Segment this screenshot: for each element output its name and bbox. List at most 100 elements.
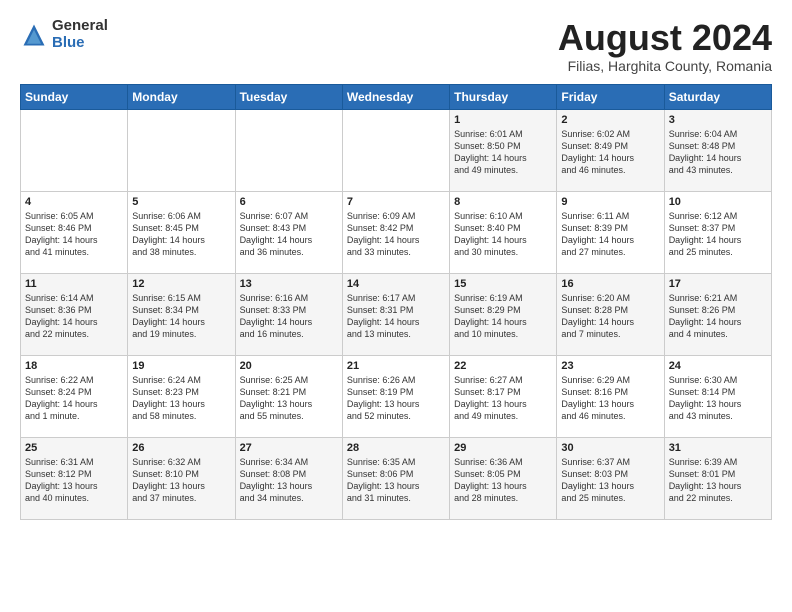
day-number: 1 — [454, 114, 552, 126]
logo-text: General Blue — [52, 18, 108, 51]
day-info: Sunrise: 6:39 AM Sunset: 8:01 PM Dayligh… — [669, 456, 767, 505]
logo-icon — [20, 21, 48, 49]
col-saturday: Saturday — [664, 84, 771, 109]
col-wednesday: Wednesday — [342, 84, 449, 109]
day-cell-4-0: 25 Sunrise: 6:31 AM Sunset: 8:12 PM Dayli… — [21, 437, 128, 519]
col-sunday: Sunday — [21, 84, 128, 109]
day-info: Sunrise: 6:04 AM Sunset: 8:48 PM Dayligh… — [669, 128, 767, 177]
day-info: Sunrise: 6:37 AM Sunset: 8:03 PM Dayligh… — [561, 456, 659, 505]
day-info: Sunrise: 6:30 AM Sunset: 8:14 PM Dayligh… — [669, 374, 767, 423]
day-number: 20 — [240, 360, 338, 372]
day-number: 28 — [347, 442, 445, 454]
day-cell-3-2: 20Sunrise: 6:25 AM Sunset: 8:21 PM Dayli… — [235, 355, 342, 437]
day-info: Sunrise: 6:36 AM Sunset: 8:05 PM Dayligh… — [454, 456, 552, 505]
day-info: Sunrise: 6:11 AM Sunset: 8:39 PM Dayligh… — [561, 210, 659, 259]
day-info: Sunrise: 6:16 AM Sunset: 8:33 PM Dayligh… — [240, 292, 338, 341]
week-row-4: 18 Sunrise: 6:22 AM Sunset: 8:24 PM Dayli… — [21, 355, 772, 437]
day-info: Sunrise: 6:05 AM Sunset: 8:46 PM Dayligh… — [25, 210, 123, 259]
day-number: 14 — [347, 278, 445, 290]
day-info: Sunrise: 6:12 AM Sunset: 8:37 PM Dayligh… — [669, 210, 767, 259]
week-row-3: 11 Sunrise: 6:14 AM Sunset: 8:36 PM Dayli… — [21, 273, 772, 355]
col-tuesday: Tuesday — [235, 84, 342, 109]
week-row-1: 1 Sunrise: 6:01 AM Sunset: 8:50 PM Daylig… — [21, 109, 772, 191]
day-cell-4-2: 27Sunrise: 6:34 AM Sunset: 8:08 PM Dayli… — [235, 437, 342, 519]
day-number: 25 — [25, 442, 123, 454]
day-number: 11 — [25, 278, 123, 290]
day-number: 26 — [132, 442, 230, 454]
day-cell-3-0: 18 Sunrise: 6:22 AM Sunset: 8:24 PM Dayli… — [21, 355, 128, 437]
day-number: 31 — [669, 442, 767, 454]
day-info: Sunrise: 6:26 AM Sunset: 8:19 PM Dayligh… — [347, 374, 445, 423]
day-info: Sunrise: 6:10 AM Sunset: 8:40 PM Dayligh… — [454, 210, 552, 259]
day-cell-1-6: 10 Sunrise: 6:12 AM Sunset: 8:37 PM Dayli… — [664, 191, 771, 273]
day-cell-2-2: 13 Sunrise: 6:16 AM Sunset: 8:33 PM Dayli… — [235, 273, 342, 355]
day-cell-0-3 — [342, 109, 449, 191]
logo-general-text: General — [52, 18, 108, 35]
day-cell-0-2 — [235, 109, 342, 191]
day-cell-0-4: 1 Sunrise: 6:01 AM Sunset: 8:50 PM Daylig… — [450, 109, 557, 191]
day-cell-1-3: 7Sunrise: 6:09 AM Sunset: 8:42 PM Daylig… — [342, 191, 449, 273]
day-cell-4-3: 28Sunrise: 6:35 AM Sunset: 8:06 PM Dayli… — [342, 437, 449, 519]
day-number: 21 — [347, 360, 445, 372]
day-info: Sunrise: 6:22 AM Sunset: 8:24 PM Dayligh… — [25, 374, 123, 423]
calendar-body: 1 Sunrise: 6:01 AM Sunset: 8:50 PM Daylig… — [21, 109, 772, 519]
day-cell-4-5: 30 Sunrise: 6:37 AM Sunset: 8:03 PM Dayli… — [557, 437, 664, 519]
day-number: 6 — [240, 196, 338, 208]
day-info: Sunrise: 6:32 AM Sunset: 8:10 PM Dayligh… — [132, 456, 230, 505]
day-cell-3-3: 21 Sunrise: 6:26 AM Sunset: 8:19 PM Dayli… — [342, 355, 449, 437]
col-thursday: Thursday — [450, 84, 557, 109]
day-number: 17 — [669, 278, 767, 290]
day-info: Sunrise: 6:20 AM Sunset: 8:28 PM Dayligh… — [561, 292, 659, 341]
day-info: Sunrise: 6:24 AM Sunset: 8:23 PM Dayligh… — [132, 374, 230, 423]
day-cell-4-1: 26 Sunrise: 6:32 AM Sunset: 8:10 PM Dayli… — [128, 437, 235, 519]
day-number: 27 — [240, 442, 338, 454]
day-cell-2-1: 12 Sunrise: 6:15 AM Sunset: 8:34 PM Dayli… — [128, 273, 235, 355]
day-info: Sunrise: 6:15 AM Sunset: 8:34 PM Dayligh… — [132, 292, 230, 341]
header: General Blue August 2024 Filias, Harghit… — [20, 18, 772, 74]
day-number: 16 — [561, 278, 659, 290]
day-cell-2-3: 14 Sunrise: 6:17 AM Sunset: 8:31 PM Dayli… — [342, 273, 449, 355]
day-number: 8 — [454, 196, 552, 208]
day-info: Sunrise: 6:14 AM Sunset: 8:36 PM Dayligh… — [25, 292, 123, 341]
title-block: August 2024 Filias, Harghita County, Rom… — [558, 18, 772, 74]
day-cell-2-4: 15 Sunrise: 6:19 AM Sunset: 8:29 PM Dayli… — [450, 273, 557, 355]
day-cell-2-5: 16 Sunrise: 6:20 AM Sunset: 8:28 PM Dayli… — [557, 273, 664, 355]
week-row-5: 25 Sunrise: 6:31 AM Sunset: 8:12 PM Dayli… — [21, 437, 772, 519]
week-row-2: 4Sunrise: 6:05 AM Sunset: 8:46 PM Daylig… — [21, 191, 772, 273]
day-number: 23 — [561, 360, 659, 372]
day-number: 19 — [132, 360, 230, 372]
day-number: 15 — [454, 278, 552, 290]
day-number: 18 — [25, 360, 123, 372]
day-number: 5 — [132, 196, 230, 208]
day-cell-0-5: 2Sunrise: 6:02 AM Sunset: 8:49 PM Daylig… — [557, 109, 664, 191]
day-info: Sunrise: 6:17 AM Sunset: 8:31 PM Dayligh… — [347, 292, 445, 341]
day-number: 2 — [561, 114, 659, 126]
day-number: 12 — [132, 278, 230, 290]
day-cell-3-1: 19 Sunrise: 6:24 AM Sunset: 8:23 PM Dayli… — [128, 355, 235, 437]
day-number: 10 — [669, 196, 767, 208]
col-monday: Monday — [128, 84, 235, 109]
day-info: Sunrise: 6:19 AM Sunset: 8:29 PM Dayligh… — [454, 292, 552, 341]
day-number: 3 — [669, 114, 767, 126]
day-cell-2-0: 11 Sunrise: 6:14 AM Sunset: 8:36 PM Dayli… — [21, 273, 128, 355]
header-row: Sunday Monday Tuesday Wednesday Thursday… — [21, 84, 772, 109]
day-number: 30 — [561, 442, 659, 454]
day-info: Sunrise: 6:01 AM Sunset: 8:50 PM Dayligh… — [454, 128, 552, 177]
month-title: August 2024 — [558, 18, 772, 58]
day-cell-3-6: 24Sunrise: 6:30 AM Sunset: 8:14 PM Dayli… — [664, 355, 771, 437]
day-cell-3-4: 22Sunrise: 6:27 AM Sunset: 8:17 PM Dayli… — [450, 355, 557, 437]
day-cell-1-4: 8 Sunrise: 6:10 AM Sunset: 8:40 PM Daylig… — [450, 191, 557, 273]
day-cell-1-5: 9Sunrise: 6:11 AM Sunset: 8:39 PM Daylig… — [557, 191, 664, 273]
day-cell-0-0 — [21, 109, 128, 191]
day-cell-0-6: 3 Sunrise: 6:04 AM Sunset: 8:48 PM Daylig… — [664, 109, 771, 191]
day-info: Sunrise: 6:31 AM Sunset: 8:12 PM Dayligh… — [25, 456, 123, 505]
day-cell-3-5: 23 Sunrise: 6:29 AM Sunset: 8:16 PM Dayli… — [557, 355, 664, 437]
day-cell-2-6: 17 Sunrise: 6:21 AM Sunset: 8:26 PM Dayli… — [664, 273, 771, 355]
day-info: Sunrise: 6:21 AM Sunset: 8:26 PM Dayligh… — [669, 292, 767, 341]
day-info: Sunrise: 6:29 AM Sunset: 8:16 PM Dayligh… — [561, 374, 659, 423]
logo-blue-text: Blue — [52, 35, 108, 52]
page: General Blue August 2024 Filias, Harghit… — [0, 0, 792, 612]
col-friday: Friday — [557, 84, 664, 109]
day-number: 13 — [240, 278, 338, 290]
day-info: Sunrise: 6:27 AM Sunset: 8:17 PM Dayligh… — [454, 374, 552, 423]
